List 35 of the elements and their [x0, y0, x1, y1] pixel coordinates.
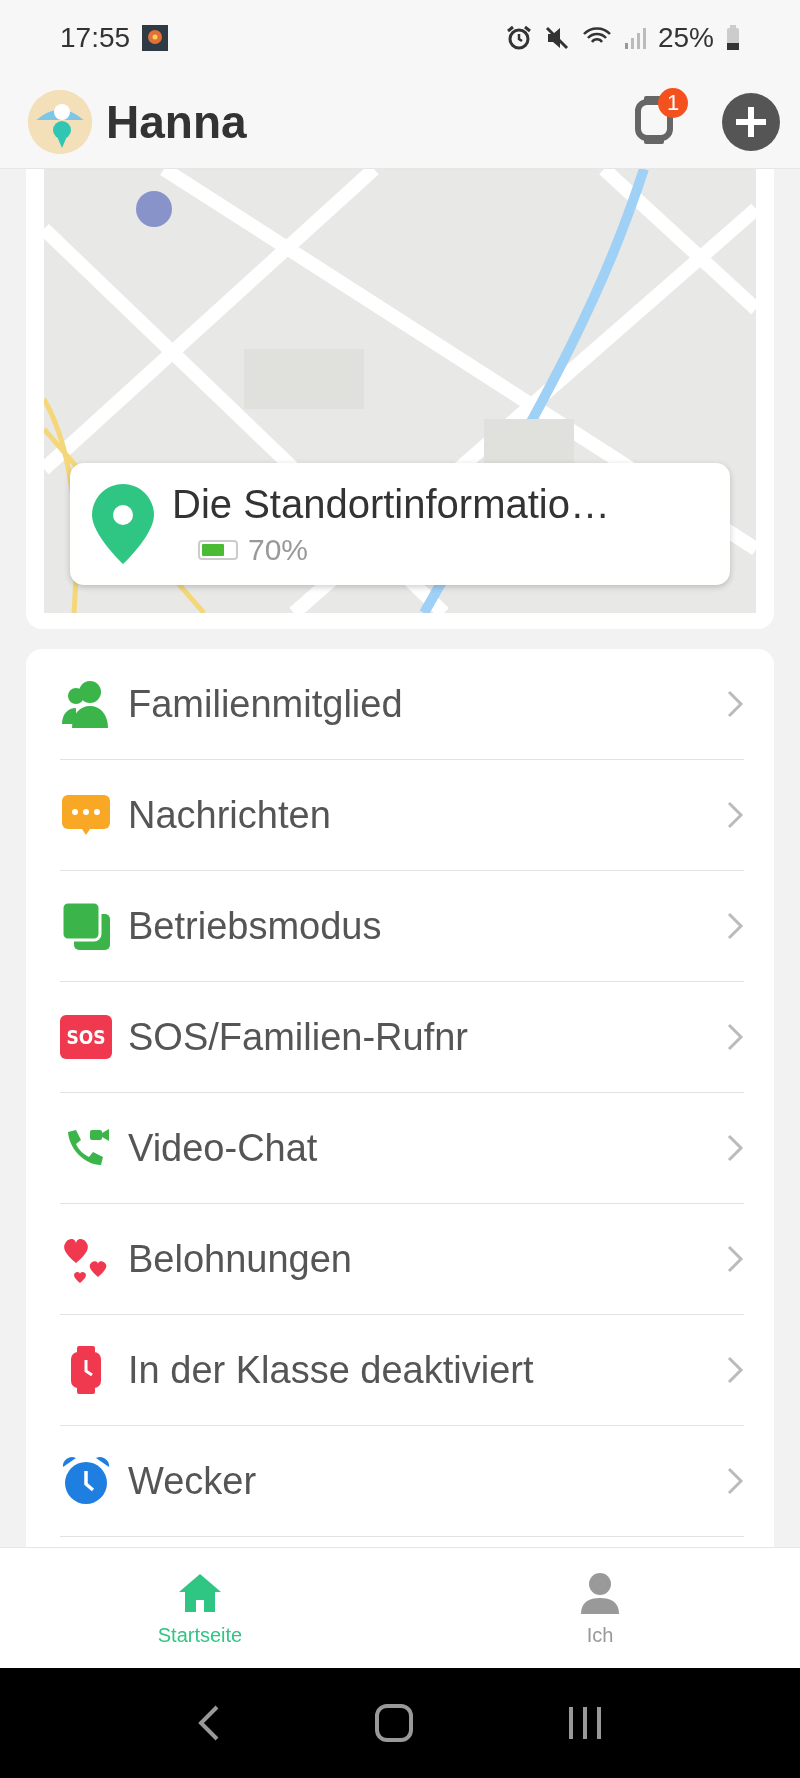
location-card[interactable]: Die Standortinformatio… 70%: [70, 463, 730, 585]
chevron-icon: [726, 911, 744, 941]
menu-item[interactable]: SOS SOS/Familien-Rufnr: [60, 982, 744, 1093]
status-time: 17:55: [60, 21, 131, 54]
menu-item[interactable]: Betriebsmodus: [60, 871, 744, 982]
battery-level-text: 70%: [248, 532, 309, 567]
sos-icon: SOS: [60, 1015, 112, 1059]
alarm-icon: [505, 24, 532, 51]
chevron-icon: [726, 1355, 744, 1385]
chevron-icon: [726, 1244, 744, 1274]
menu-item[interactable]: In der Klasse deaktiviert: [60, 1315, 744, 1426]
menu-item[interactable]: Familienmitglied: [60, 649, 744, 760]
notification-badge: 1: [658, 87, 688, 118]
battery-percent: 25%: [657, 21, 714, 54]
user-name: Hanna: [106, 94, 247, 149]
alarm-clock-icon: [60, 1455, 112, 1507]
menu-item[interactable]: Nachrichten: [60, 760, 744, 871]
location-text: Die Standortinformatio…: [172, 481, 610, 527]
battery-indicator: [198, 539, 238, 560]
location-app-icon: [142, 24, 169, 51]
battery-icon: [726, 24, 740, 51]
menu-item[interactable]: Video-Chat: [60, 1093, 744, 1204]
chevron-icon: [726, 800, 744, 830]
location-pin-icon: [92, 484, 154, 564]
chevron-icon: [726, 1466, 744, 1496]
menu-item[interactable]: Wecker: [60, 1426, 744, 1537]
menu-item[interactable]: Belohnungen: [60, 1204, 744, 1315]
chevron-icon: [726, 1133, 744, 1163]
back-button[interactable]: [196, 1703, 221, 1743]
add-button[interactable]: [722, 92, 780, 151]
chevron-icon: [726, 1022, 744, 1052]
chevron-icon: [726, 689, 744, 719]
home-button[interactable]: [374, 1703, 414, 1743]
squares-icon: [60, 900, 112, 952]
mute-icon: [543, 24, 570, 51]
